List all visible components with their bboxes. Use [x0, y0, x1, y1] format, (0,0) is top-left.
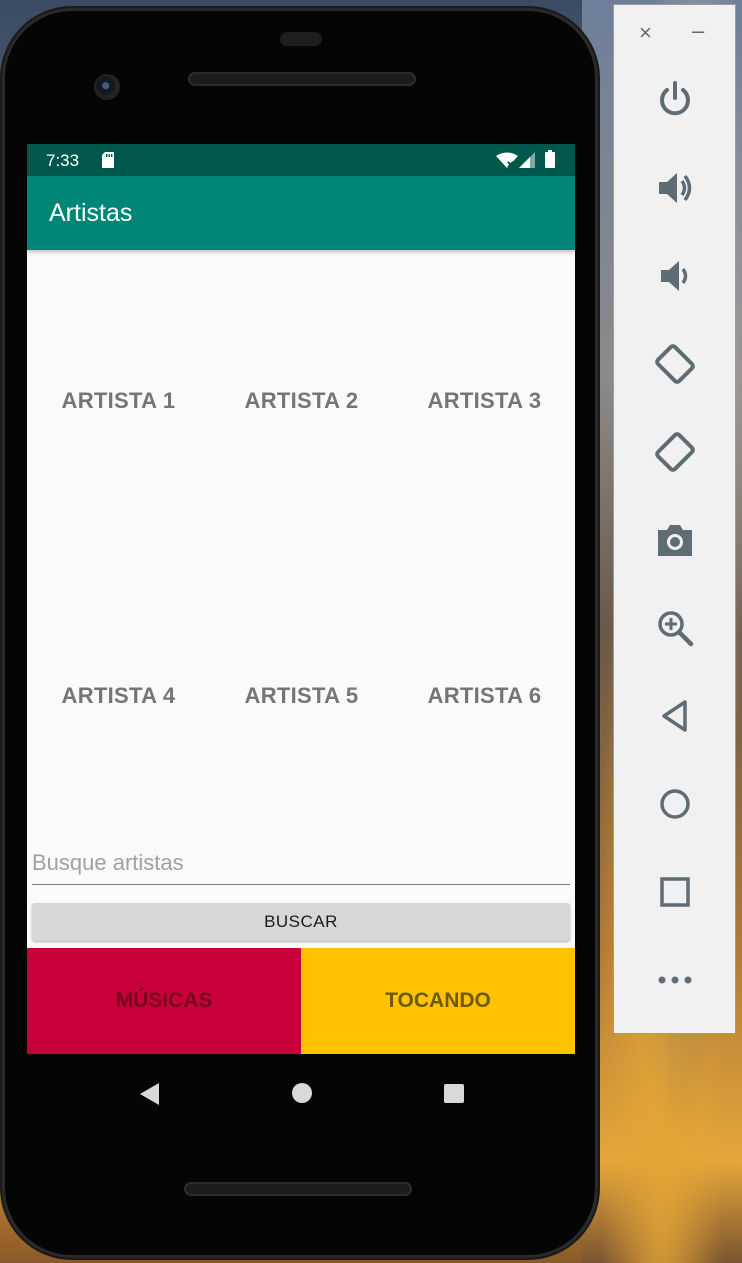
rotate-left-icon[interactable]	[614, 334, 735, 394]
tab-tocando[interactable]: TOCANDO	[301, 948, 575, 1054]
volume-up-icon[interactable]	[614, 158, 735, 218]
artist-button-5[interactable]: ARTISTA 5	[210, 683, 393, 709]
top-speaker-grille	[188, 72, 416, 86]
bottom-speaker-grille	[184, 1182, 412, 1196]
nav-home-icon[interactable]	[292, 1083, 312, 1103]
overview-icon[interactable]	[614, 862, 735, 922]
earpiece-slot	[280, 32, 322, 46]
volume-down-icon[interactable]	[614, 246, 735, 306]
artist-button-1[interactable]: ARTISTA 1	[27, 388, 210, 414]
minimize-icon[interactable]: –	[692, 18, 704, 44]
home-icon[interactable]	[614, 774, 735, 834]
status-time: 7:33	[46, 151, 80, 170]
search-input[interactable]	[32, 844, 562, 882]
wifi-off-icon	[496, 152, 518, 168]
app-screen: 7:33 Artistas ARTISTA 1 ARTISTA 2 ARTIST…	[27, 144, 575, 1054]
zoom-icon[interactable]	[614, 598, 735, 658]
close-icon[interactable]: ×	[639, 20, 652, 46]
back-icon[interactable]	[614, 686, 735, 746]
tab-musicas[interactable]: MÚSICAS	[27, 948, 301, 1054]
status-bar: 7:33	[27, 144, 575, 176]
artist-button-6[interactable]: ARTISTA 6	[393, 683, 575, 709]
search-button[interactable]: BUSCAR	[32, 903, 570, 941]
more-icon[interactable]	[614, 950, 735, 1010]
cell-signal-icon	[519, 152, 535, 168]
power-icon[interactable]	[614, 70, 735, 130]
sd-card-icon	[102, 152, 114, 168]
app-bar: Artistas	[27, 176, 575, 250]
nav-recents-icon[interactable]	[444, 1084, 464, 1103]
rotate-right-icon[interactable]	[614, 422, 735, 482]
camera-icon[interactable]	[614, 510, 735, 570]
artist-button-3[interactable]: ARTISTA 3	[393, 388, 575, 414]
artist-grid: ARTISTA 1 ARTISTA 2 ARTISTA 3 ARTISTA 4 …	[27, 250, 575, 840]
nav-back-icon[interactable]	[139, 1082, 161, 1106]
artist-button-4[interactable]: ARTISTA 4	[27, 683, 210, 709]
battery-icon	[545, 150, 555, 168]
front-camera	[94, 74, 120, 100]
search-field	[32, 844, 570, 885]
emulator-toolbar: × –	[613, 4, 736, 1034]
artist-button-2[interactable]: ARTISTA 2	[210, 388, 393, 414]
app-title: Artistas	[49, 199, 133, 227]
